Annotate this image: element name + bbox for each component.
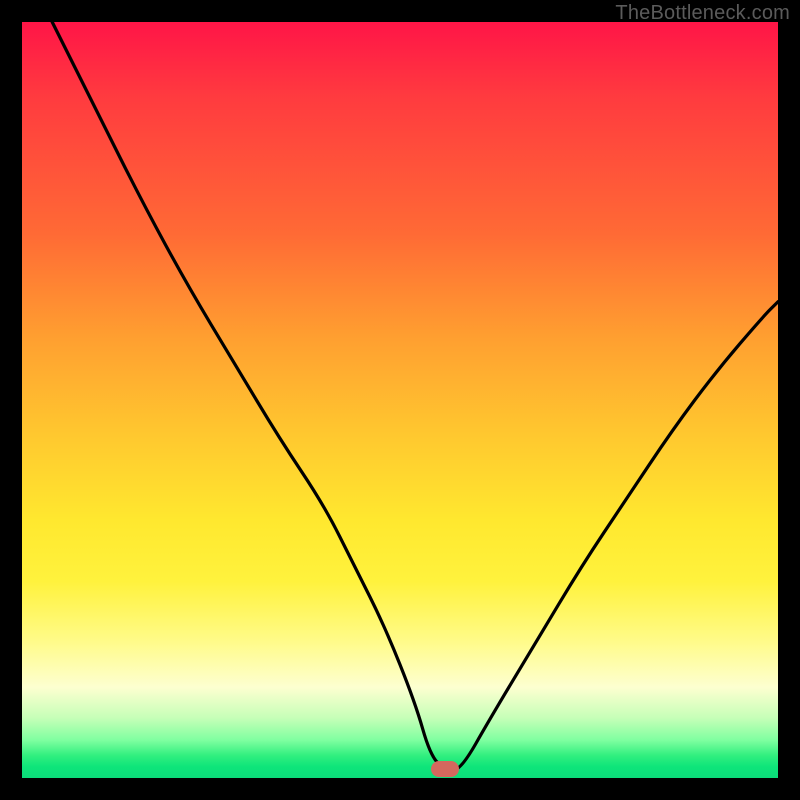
watermark-text: TheBottleneck.com [615,2,790,25]
optimal-point-marker [431,761,459,777]
bottleneck-curve [22,22,778,778]
chart-frame: TheBottleneck.com [0,0,800,800]
